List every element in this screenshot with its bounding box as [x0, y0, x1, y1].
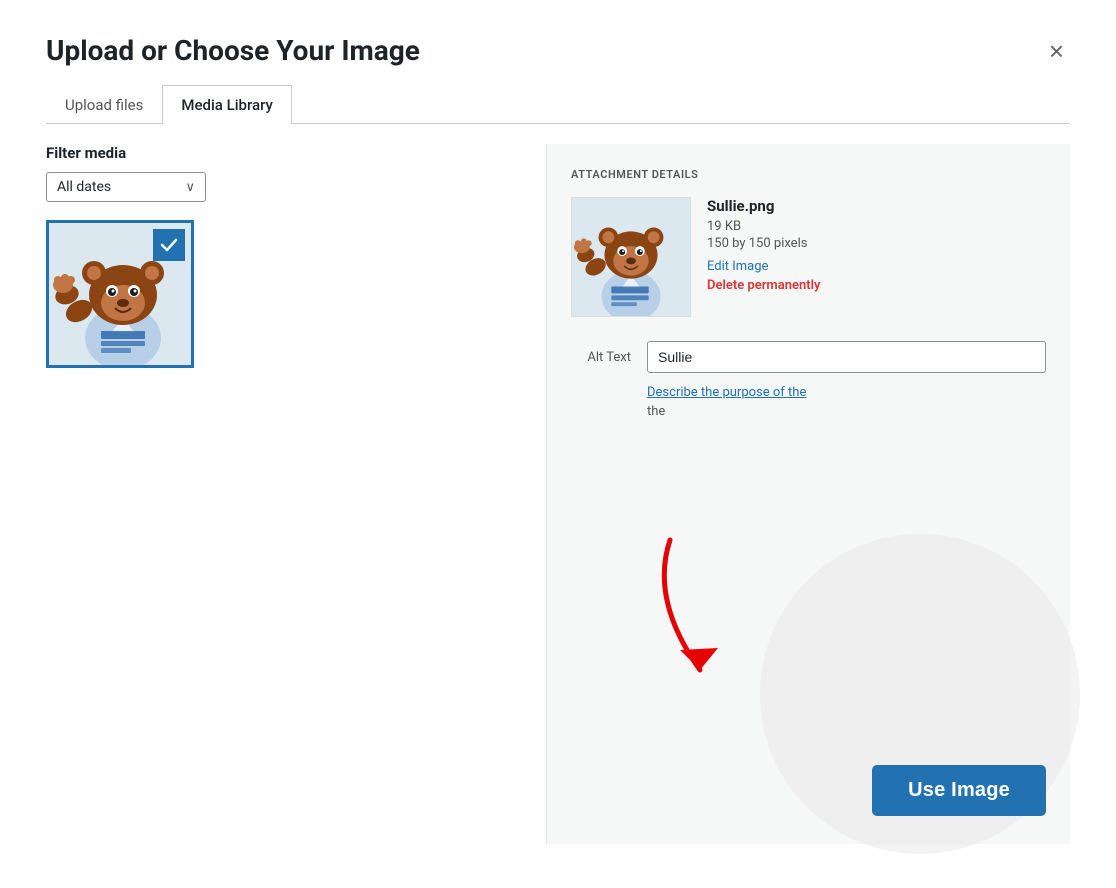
edit-image-link[interactable]: Edit Image: [707, 259, 1046, 274]
attachment-size: 19 KB: [707, 219, 1046, 234]
describe-purpose-link[interactable]: Describe the purpose of the: [647, 385, 1046, 400]
alt-text-label: Alt Text: [571, 350, 631, 365]
alt-text-row: Alt Text: [571, 341, 1046, 373]
attachment-info: Sullie.png 19 KB 150 by 150 pixels Edit …: [571, 197, 1046, 317]
tab-upload-files[interactable]: Upload files: [46, 85, 162, 124]
delete-permanently-link[interactable]: Delete permanently: [707, 278, 1046, 293]
attachment-thumbnail: [571, 197, 691, 317]
attachment-details-heading: ATTACHMENT DETAILS: [571, 168, 1046, 181]
alt-text-more-text: the: [647, 404, 1046, 419]
filter-label: Filter media: [46, 144, 522, 162]
left-panel: Filter media All dates ∨: [46, 144, 546, 844]
alt-text-input[interactable]: [647, 341, 1046, 373]
media-item[interactable]: [46, 220, 194, 368]
attachment-dimensions: 150 by 150 pixels: [707, 236, 1046, 251]
date-filter-value: All dates: [57, 179, 111, 195]
attachment-meta: Sullie.png 19 KB 150 by 150 pixels Edit …: [707, 197, 1046, 317]
dialog-header: Upload or Choose Your Image ×: [46, 34, 1070, 67]
tab-media-library[interactable]: Media Library: [162, 85, 292, 124]
tab-bar: Upload files Media Library: [46, 85, 1070, 124]
dialog-title: Upload or Choose Your Image: [46, 34, 420, 67]
use-image-button[interactable]: Use Image: [872, 765, 1046, 816]
attachment-filename: Sullie.png: [707, 197, 1046, 215]
date-filter-select[interactable]: All dates ∨: [46, 172, 206, 202]
media-grid: [46, 220, 506, 368]
arrow-annotation: [610, 520, 810, 704]
chevron-down-icon: ∨: [185, 180, 195, 195]
selected-check: [153, 229, 185, 261]
close-button[interactable]: ×: [1043, 36, 1070, 66]
content-area: Filter media All dates ∨: [46, 144, 1070, 844]
right-panel: ATTACHMENT DETAILS: [546, 144, 1070, 844]
media-upload-dialog: Upload or Choose Your Image × Upload fil…: [18, 10, 1098, 870]
